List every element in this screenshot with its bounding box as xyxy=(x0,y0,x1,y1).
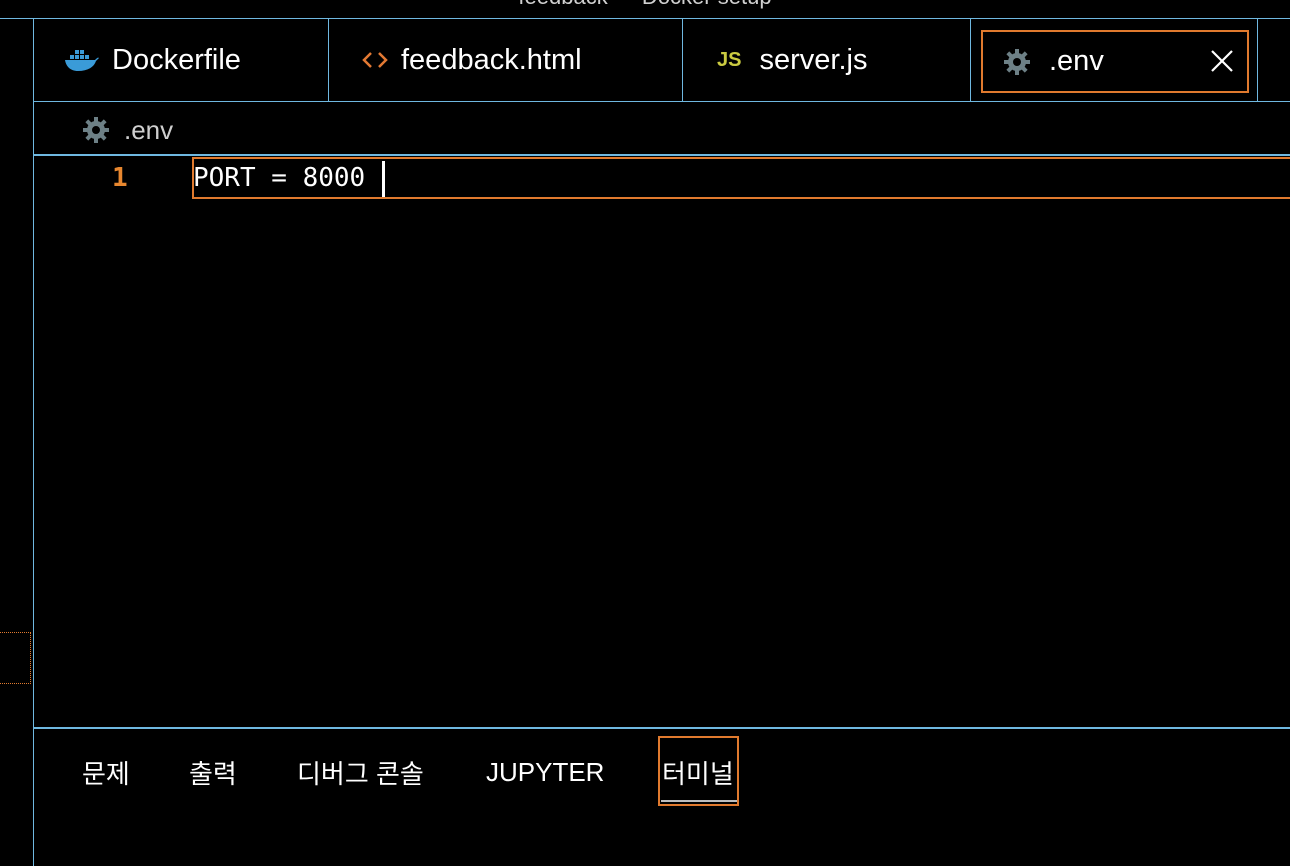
breadcrumb-file: .env xyxy=(124,114,174,145)
gear-icon xyxy=(82,116,110,144)
docker-icon xyxy=(64,48,100,72)
editor-tab-bar: Dockerfile feedback.html JS server.js .e… xyxy=(34,19,1290,102)
panel-tab-jupyter[interactable]: JUPYTER xyxy=(486,752,604,792)
close-icon[interactable] xyxy=(1209,48,1235,74)
window-title: feedback — Docker setup xyxy=(0,0,1290,8)
tab-feedback-html[interactable]: feedback.html xyxy=(329,19,683,101)
tab-dockerfile[interactable]: Dockerfile xyxy=(34,19,329,101)
tab-env[interactable]: .env xyxy=(981,30,1249,93)
tab-label: server.js xyxy=(759,43,868,76)
panel-tab-terminal[interactable]: 터미널 xyxy=(662,752,734,792)
text-cursor xyxy=(382,161,385,197)
tab-label: .env xyxy=(1049,45,1104,77)
panel-tab-active-indicator xyxy=(661,800,737,802)
panel-tab-output[interactable]: 출력 xyxy=(189,752,237,792)
tab-label: feedback.html xyxy=(401,43,582,76)
js-icon: JS xyxy=(717,48,742,71)
activity-bar-divider xyxy=(33,18,34,866)
panel-divider xyxy=(34,727,1290,729)
breadcrumb[interactable]: .env xyxy=(82,112,173,148)
tab-label: Dockerfile xyxy=(112,43,241,76)
panel-tab-problems[interactable]: 문제 xyxy=(82,752,130,792)
code-line[interactable]: PORT = 8000 xyxy=(193,162,365,194)
line-number: 1 xyxy=(112,163,128,193)
gear-icon xyxy=(1003,48,1031,76)
panel-tab-debug-console[interactable]: 디버그 콘솔 xyxy=(297,752,424,792)
editor-window: feedback — Docker setup Dockerfile xyxy=(0,0,1290,866)
sidebar-sash[interactable] xyxy=(0,632,31,684)
editor-divider xyxy=(34,154,1290,156)
html-code-icon xyxy=(361,48,389,72)
tab-server-js[interactable]: JS server.js xyxy=(683,19,971,101)
